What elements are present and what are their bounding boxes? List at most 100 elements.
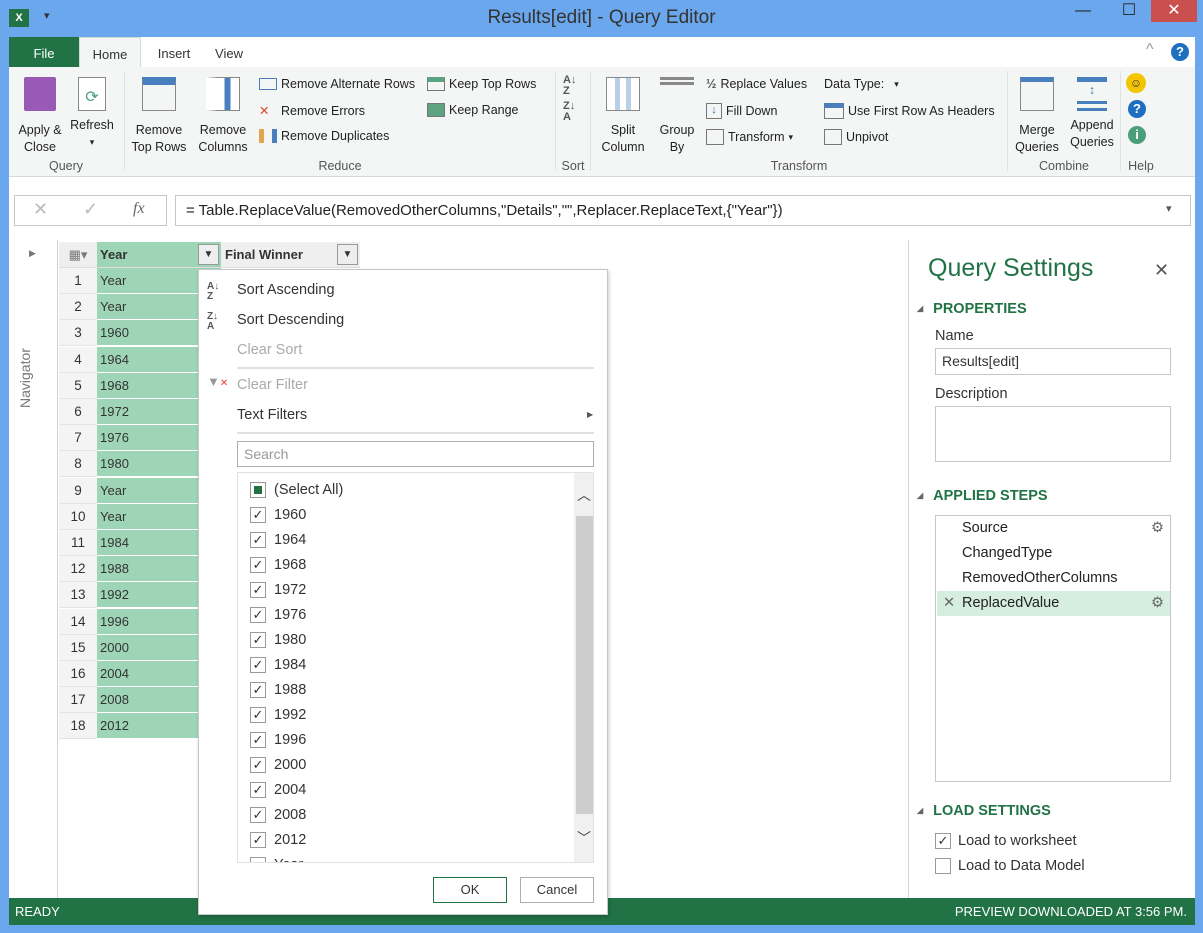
row-number[interactable]: 17 — [59, 687, 97, 714]
expand-formula-icon[interactable]: ▾ — [1166, 202, 1172, 215]
sort-ascending-item[interactable]: Sort Ascending — [237, 282, 335, 298]
row-number[interactable]: 6 — [59, 399, 97, 425]
load-to-data-model-checkbox[interactable]: Load to Data Model — [935, 858, 1085, 874]
row-number[interactable]: 3 — [59, 320, 97, 347]
remove-duplicates-button[interactable]: Remove Duplicates — [259, 129, 389, 143]
filter-item[interactable]: ✓ 1984 — [250, 652, 306, 677]
column-header-year[interactable]: Year ▼ — [97, 242, 221, 268]
clear-filter-item[interactable]: Clear Filter — [237, 377, 308, 393]
filter-item[interactable]: (Select All) — [250, 477, 343, 502]
split-column-button[interactable]: Split Column — [595, 77, 651, 156]
ok-button[interactable]: OK — [433, 877, 507, 903]
applied-step[interactable]: Source ⚙ — [937, 516, 1170, 541]
tab-view[interactable]: View — [204, 37, 254, 67]
close-pane-icon[interactable]: ✕ — [1154, 260, 1169, 281]
row-number[interactable]: 15 — [59, 634, 97, 661]
step-settings-gear-icon[interactable]: ⚙ — [1151, 591, 1164, 616]
checkbox[interactable]: ✓ — [250, 706, 266, 723]
collapse-ribbon-icon[interactable]: ^ — [1146, 41, 1154, 59]
remove-top-rows-button[interactable]: Remove Top Rows — [127, 77, 191, 156]
column-header-final-winner[interactable]: Final Winner ▼ — [221, 242, 360, 268]
row-number[interactable]: 9 — [59, 477, 97, 504]
checkbox[interactable]: ✓ — [250, 756, 266, 773]
filter-search-input[interactable]: Search — [237, 441, 594, 467]
close-button[interactable]: ✕ — [1151, 0, 1197, 22]
cancel-formula-button[interactable]: ✕ — [33, 199, 48, 220]
smiley-feedback-icon[interactable]: ☺ — [1126, 73, 1146, 93]
tab-home[interactable]: Home — [79, 37, 141, 68]
name-input[interactable]: Results[edit] — [935, 348, 1171, 375]
scrollbar-thumb[interactable] — [576, 516, 593, 814]
row-number[interactable]: 11 — [59, 530, 97, 556]
step-settings-gear-icon[interactable]: ⚙ — [1151, 516, 1164, 541]
expand-navigator-icon[interactable]: ▶ — [29, 248, 36, 259]
filter-item[interactable]: ✓ 2008 — [250, 802, 306, 827]
help-icon[interactable]: ? — [1171, 43, 1189, 61]
append-queries-button[interactable]: ↕ Append Queries — [1064, 77, 1120, 151]
checkbox[interactable]: ✓ — [250, 506, 266, 523]
checkbox[interactable]: ✓ — [250, 806, 266, 823]
row-number[interactable]: 4 — [59, 346, 97, 373]
checkbox[interactable]: ✓ — [250, 556, 266, 573]
table-menu-icon[interactable]: ▦▾ — [59, 242, 97, 268]
cancel-button[interactable]: Cancel — [520, 877, 594, 903]
sort-descending-item[interactable]: Sort Descending — [237, 312, 344, 328]
filter-item[interactable]: ✓ 2012 — [250, 827, 306, 852]
navigator-pane[interactable]: ▶ Navigator — [9, 240, 58, 898]
formula-bar[interactable]: = Table.ReplaceValue(RemovedOtherColumns… — [175, 195, 1191, 226]
checkbox[interactable] — [250, 856, 266, 862]
scroll-down-icon[interactable]: ﹀ — [577, 828, 591, 848]
row-number[interactable]: 8 — [59, 451, 97, 478]
row-number[interactable]: 7 — [59, 425, 97, 452]
row-number[interactable]: 1 — [59, 268, 97, 294]
use-first-row-as-headers-button[interactable]: Use First Row As Headers — [824, 103, 995, 119]
filter-item[interactable]: ✓ 2004 — [250, 777, 306, 802]
row-number[interactable]: 5 — [59, 372, 97, 399]
filter-item[interactable]: ✓ 1988 — [250, 677, 306, 702]
info-icon[interactable]: i — [1128, 126, 1146, 144]
sort-descending-icon[interactable]: Z↓ A — [563, 101, 575, 123]
tab-file[interactable]: File — [9, 37, 79, 67]
checkbox[interactable] — [935, 858, 951, 874]
load-to-worksheet-checkbox[interactable]: ✓ Load to worksheet — [935, 833, 1077, 849]
keep-range-button[interactable]: Keep Range — [427, 103, 519, 117]
replace-values-button[interactable]: ½ Replace Values — [706, 77, 807, 91]
apply-close-button[interactable]: Apply & Close — [13, 77, 67, 156]
clear-sort-item[interactable]: Clear Sort — [237, 342, 302, 358]
transform-button[interactable]: Transform ▾ — [706, 129, 793, 145]
filter-item[interactable]: ✓ 1968 — [250, 552, 306, 577]
checkbox[interactable]: ✓ — [250, 631, 266, 648]
filter-item[interactable]: ✓ 1996 — [250, 727, 306, 752]
checkbox[interactable]: ✓ — [250, 681, 266, 698]
sort-ascending-icon[interactable]: A↓ Z — [563, 75, 576, 97]
description-input[interactable] — [935, 406, 1171, 462]
row-number[interactable]: 14 — [59, 608, 97, 635]
checkbox[interactable]: ✓ — [935, 833, 951, 849]
keep-top-rows-button[interactable]: Keep Top Rows — [427, 77, 536, 91]
data-type-dropdown[interactable]: Data Type: ▾ — [824, 77, 899, 91]
applied-steps-header[interactable]: APPLIED STEPS — [917, 488, 1047, 504]
minimize-button[interactable]: — — [1060, 0, 1106, 22]
applied-step[interactable]: RemovedOtherColumns — [937, 566, 1170, 591]
checkbox[interactable]: ✓ — [250, 531, 266, 548]
remove-alternate-rows-button[interactable]: Remove Alternate Rows — [259, 77, 415, 91]
checkbox[interactable] — [250, 481, 266, 498]
filter-item[interactable]: ✓ 1976 — [250, 602, 306, 627]
final-winner-filter-dropdown-icon[interactable]: ▼ — [337, 244, 358, 265]
row-number[interactable]: 2 — [59, 294, 97, 321]
load-settings-header[interactable]: LOAD SETTINGS — [917, 803, 1051, 819]
group-by-button[interactable]: Group By — [653, 77, 701, 156]
filter-item[interactable]: Year — [250, 852, 303, 862]
remove-errors-button[interactable]: ✕ Remove Errors — [259, 103, 365, 119]
maximize-button[interactable]: ☐ — [1106, 0, 1152, 22]
remove-columns-button[interactable]: Remove Columns — [191, 77, 255, 156]
fx-icon[interactable]: fx — [133, 200, 145, 218]
applied-step[interactable]: ✕ ReplacedValue ⚙ — [937, 591, 1170, 616]
fill-down-button[interactable]: ↓ Fill Down — [706, 103, 777, 119]
refresh-button[interactable]: ⟳ Refresh ▾ — [67, 77, 117, 151]
row-number[interactable]: 13 — [59, 582, 97, 609]
checkbox[interactable]: ✓ — [250, 831, 266, 848]
unpivot-button[interactable]: Unpivot — [824, 129, 888, 145]
checkbox[interactable]: ✓ — [250, 606, 266, 623]
row-number[interactable]: 10 — [59, 503, 97, 530]
